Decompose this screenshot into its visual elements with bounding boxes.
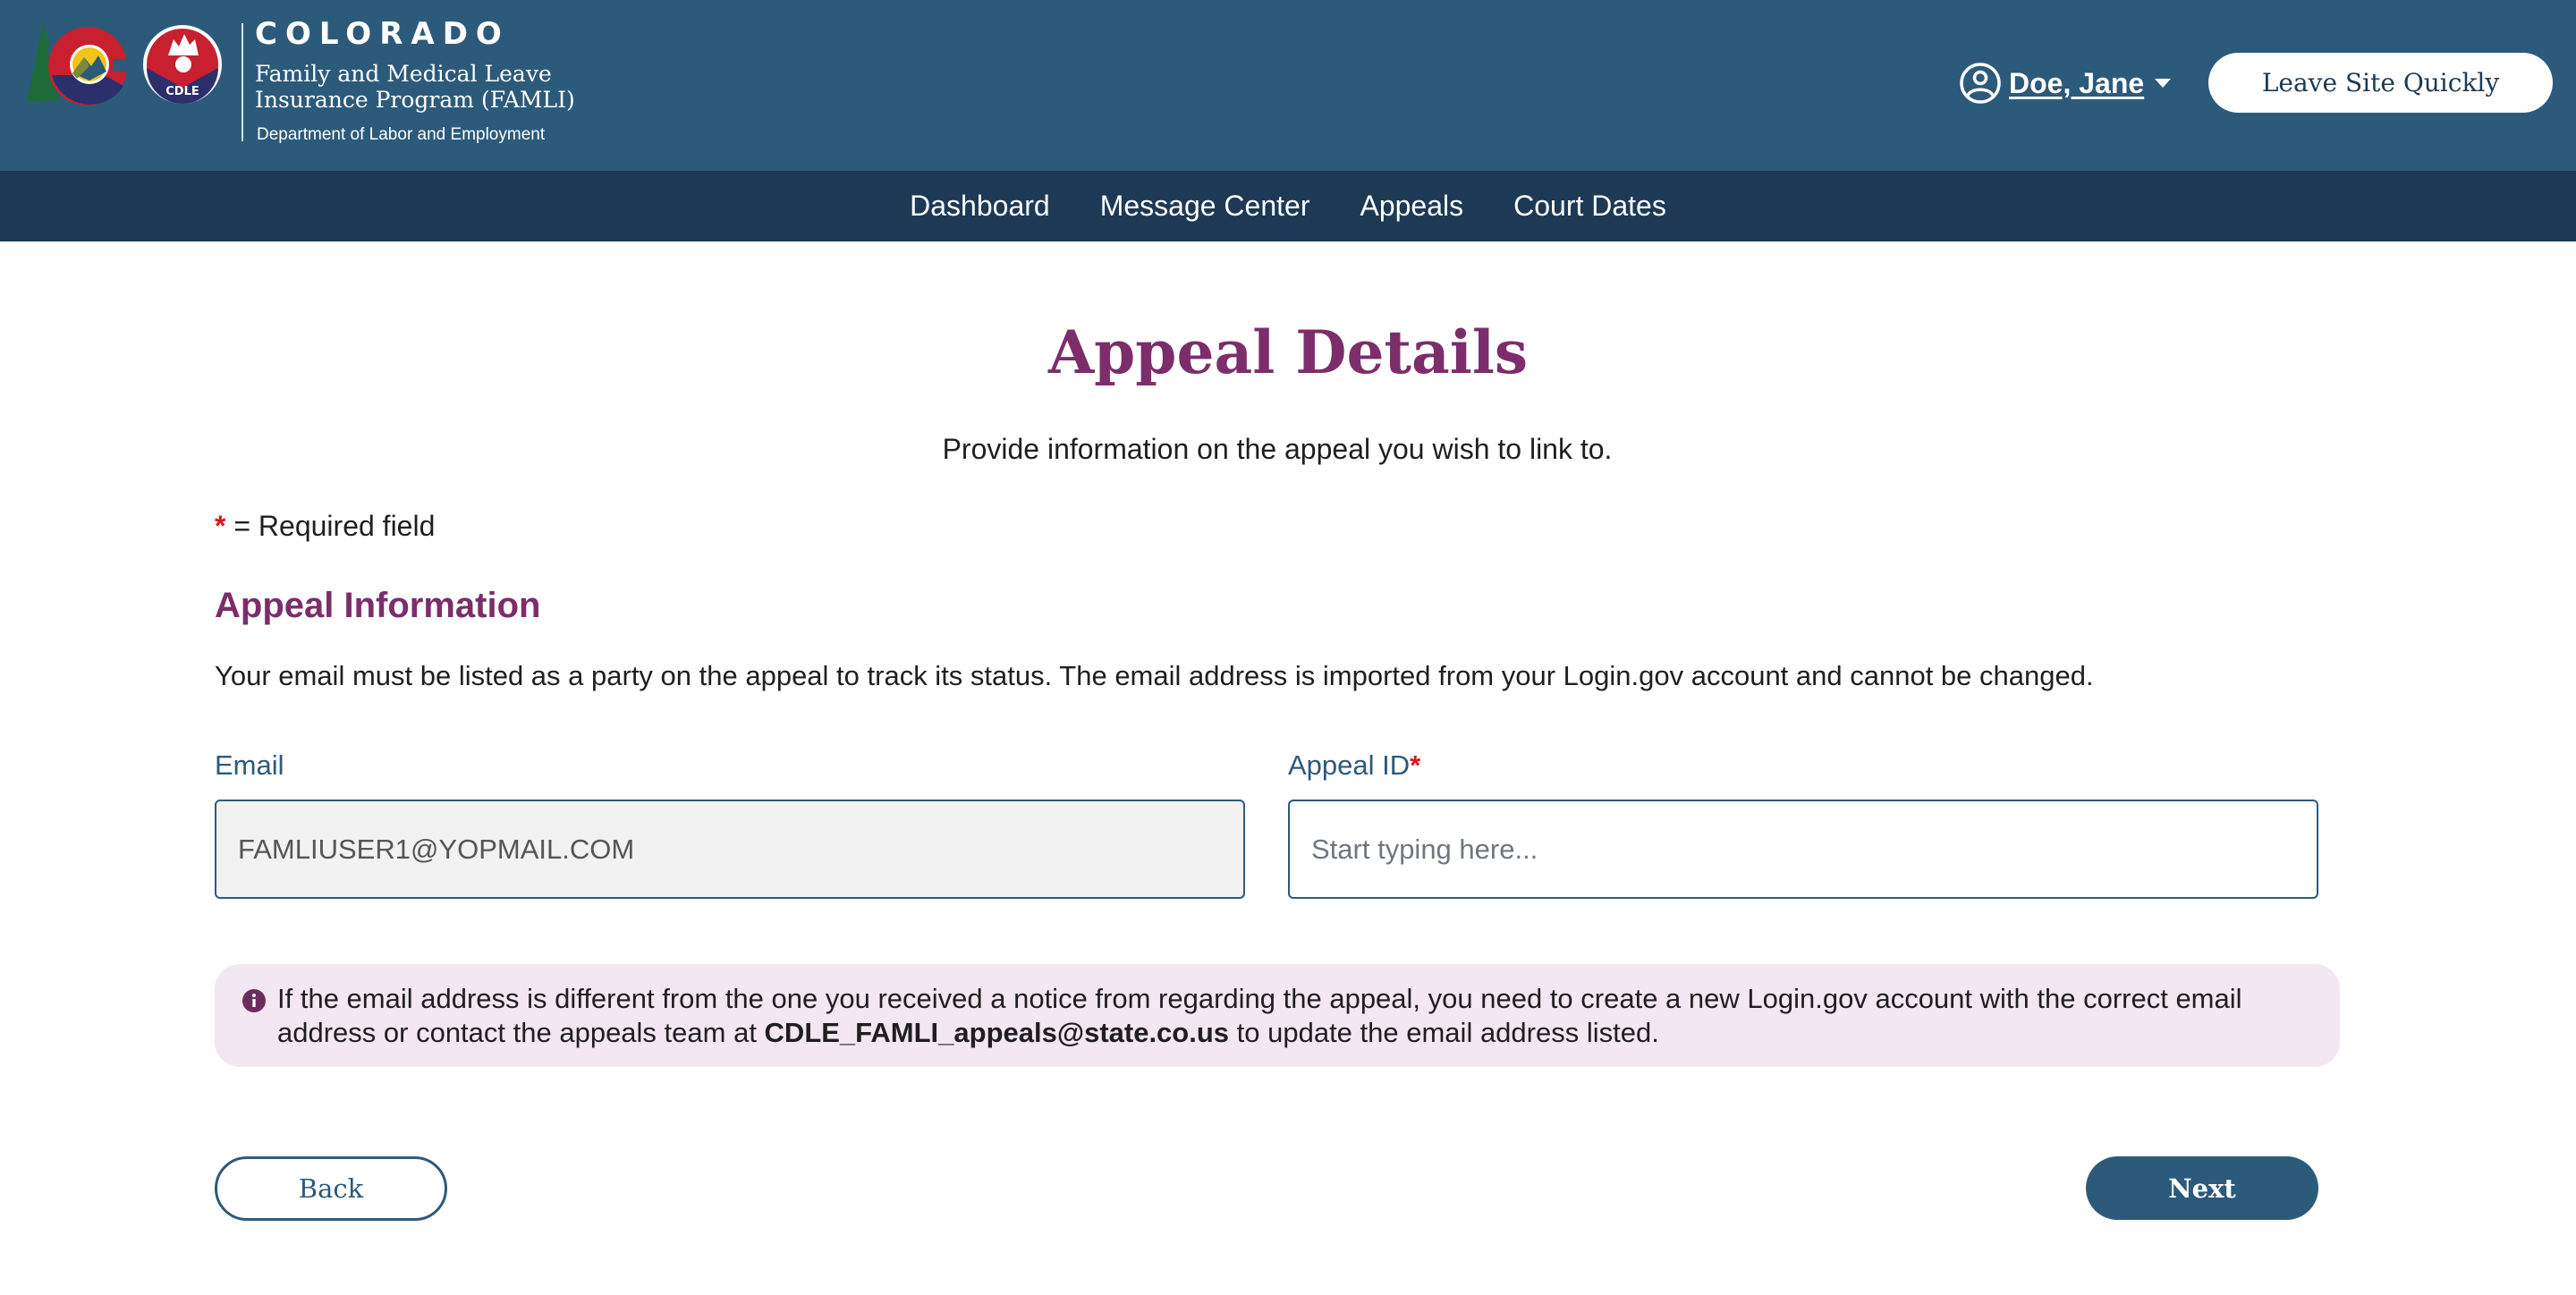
required-star: * xyxy=(215,510,226,542)
section-title: Appeal Information xyxy=(215,586,541,625)
info-message: If the email address is different from t… xyxy=(277,982,2313,1067)
required-field-note: * = Required field xyxy=(215,510,435,543)
required-note-text: = Required field xyxy=(225,510,436,542)
page-subtitle: Provide information on the appeal you wi… xyxy=(942,433,1613,465)
page-title: Appeal Details xyxy=(1047,317,1529,387)
user-name-link[interactable]: Doe, Jane xyxy=(2009,67,2144,100)
user-menu[interactable]: Doe, Jane xyxy=(1959,61,2172,106)
info-text-after: to update the email address listed. xyxy=(1229,1017,1659,1048)
nav-item-message-center[interactable]: Message Center xyxy=(1100,190,1310,223)
appeal-id-input[interactable] xyxy=(1288,800,2318,899)
seal-text: CDLE xyxy=(165,85,199,98)
user-account-icon xyxy=(1960,63,2001,104)
email-field[interactable] xyxy=(215,800,1245,899)
back-button[interactable]: Back xyxy=(215,1156,447,1221)
program-name: Family and Medical Leave Insurance Progr… xyxy=(255,61,613,113)
appeal-id-label-text: Appeal ID xyxy=(1288,749,1411,781)
chevron-down-icon[interactable] xyxy=(2155,79,2172,88)
main-nav: Dashboard Message Center Appeals Court D… xyxy=(0,171,2576,241)
leave-site-quickly-button[interactable]: Leave Site Quickly xyxy=(2208,53,2553,113)
appeal-id-label: Appeal ID* xyxy=(1288,749,1420,782)
brand-state: COLORADO xyxy=(255,16,510,52)
info-icon xyxy=(242,989,266,1012)
colorado-logo[interactable]: CDLE xyxy=(23,20,238,114)
nav-item-appeals[interactable]: Appeals xyxy=(1360,190,1463,223)
nav-item-dashboard[interactable]: Dashboard xyxy=(910,190,1050,223)
section-description: Your email must be listed as a party on … xyxy=(215,660,2094,691)
required-star: * xyxy=(1410,749,1421,781)
info-alert: If the email address is different from t… xyxy=(215,964,2340,1067)
next-button[interactable]: Next xyxy=(2086,1156,2318,1220)
email-label: Email xyxy=(215,749,284,781)
nav-item-court-dates[interactable]: Court Dates xyxy=(1513,190,1666,223)
program-name-line2: Insurance Program (FAMLI) xyxy=(255,87,575,113)
site-header: CDLE COLORADO Family and Medical Leave I… xyxy=(0,0,2576,171)
program-name-line1: Family and Medical Leave xyxy=(255,61,552,87)
co-cdle-logo-icon: CDLE xyxy=(27,23,222,106)
department-name: Department of Labor and Employment xyxy=(257,125,546,144)
appeals-team-email: CDLE_FAMLI_appeals@state.co.us xyxy=(764,1017,1230,1048)
logo-divider xyxy=(242,23,243,141)
